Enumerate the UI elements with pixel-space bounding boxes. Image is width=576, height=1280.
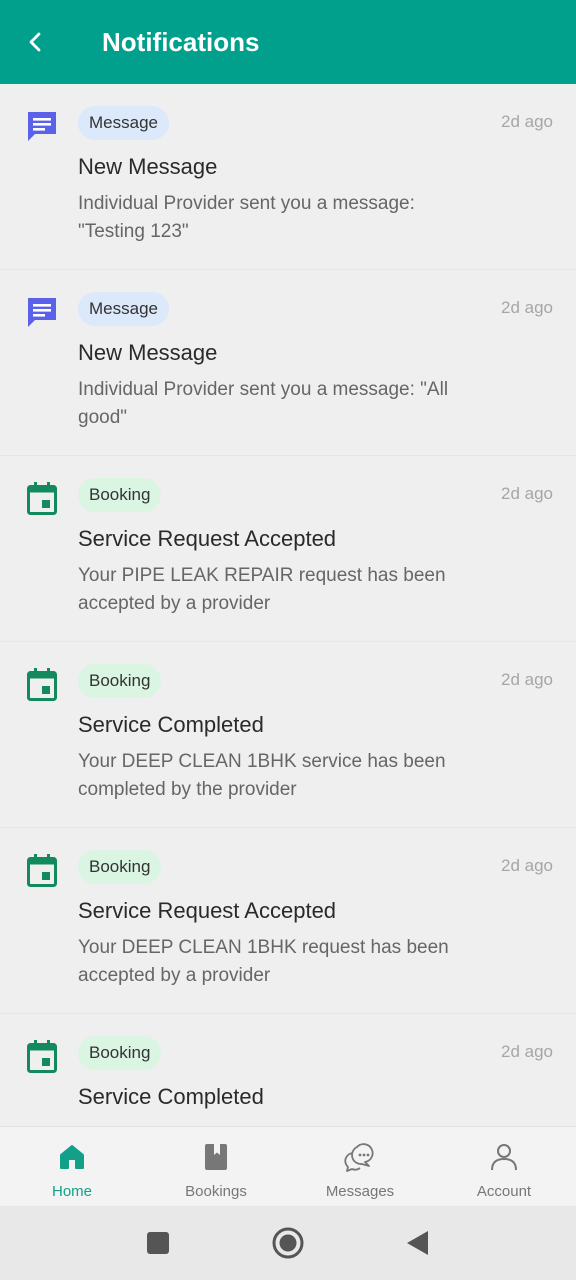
calendar-icon bbox=[27, 854, 57, 887]
notification-body: Your PIPE LEAK REPAIR request has been a… bbox=[78, 562, 538, 618]
notification-time: 2d ago bbox=[501, 856, 553, 875]
notification-body-line: accepted by a provider bbox=[78, 593, 271, 614]
notification-item[interactable]: Booking 2d ago Service Request Accepted … bbox=[0, 828, 576, 1014]
notification-body: Your DEEP CLEAN 1BHK request has been ac… bbox=[78, 934, 538, 990]
notification-time: 2d ago bbox=[501, 484, 553, 503]
notification-item[interactable]: Message 2d ago New Message Individual Pr… bbox=[0, 84, 576, 270]
circle-icon[interactable] bbox=[269, 1224, 307, 1262]
calendar-icon bbox=[27, 1040, 57, 1073]
tab-account-label: Account bbox=[476, 1183, 532, 1200]
notification-body-line: accepted by a provider bbox=[78, 965, 271, 986]
square-icon[interactable] bbox=[139, 1224, 177, 1262]
tab-bookings-label: Bookings bbox=[185, 1183, 247, 1200]
page-title: Notifications bbox=[102, 27, 260, 57]
home-icon bbox=[60, 1145, 84, 1169]
notification-badge: Message bbox=[78, 292, 169, 326]
chat-icon bbox=[28, 298, 56, 327]
notification-body-line: Individual Provider sent you a message: bbox=[78, 193, 415, 214]
notification-badge: Booking bbox=[78, 850, 162, 884]
notification-badge: Booking bbox=[78, 478, 162, 512]
notification-body-line: "Testing 123" bbox=[78, 221, 189, 242]
notification-body-line: completed by the provider bbox=[78, 779, 297, 800]
bookmark-book-icon bbox=[205, 1144, 227, 1170]
bottom-tab-bar: Home Bookings Messages Account bbox=[0, 1126, 576, 1206]
tab-bookings[interactable]: Bookings bbox=[144, 1127, 288, 1207]
notification-title: New Message bbox=[78, 154, 218, 179]
notification-badge: Booking bbox=[78, 664, 162, 698]
tab-home[interactable]: Home bbox=[0, 1127, 144, 1207]
notification-item[interactable]: Booking 2d ago Service Completed Your DE… bbox=[0, 642, 576, 828]
triangle-back-icon[interactable] bbox=[399, 1224, 437, 1262]
notification-body-line: Your PIPE LEAK REPAIR request has been bbox=[78, 565, 446, 586]
notification-time: 2d ago bbox=[501, 298, 553, 317]
system-navigation-bar bbox=[0, 1206, 576, 1280]
notification-list[interactable]: Message 2d ago New Message Individual Pr… bbox=[0, 84, 576, 1126]
chevron-left-icon bbox=[29, 32, 41, 52]
notification-body: Your DEEP CLEAN 1BHK service has been co… bbox=[78, 748, 538, 804]
notification-time: 2d ago bbox=[501, 1042, 553, 1061]
tab-home-label: Home bbox=[51, 1183, 92, 1200]
notification-body-line: Your DEEP CLEAN 1BHK request has been bbox=[78, 937, 449, 958]
notification-body: Individual Provider sent you a message: … bbox=[78, 376, 538, 432]
calendar-icon bbox=[27, 482, 57, 515]
notification-body-line: Individual Provider sent you a message: … bbox=[78, 379, 449, 400]
notification-badge: Message bbox=[78, 106, 169, 140]
notification-time: 2d ago bbox=[501, 112, 553, 131]
notification-body-line: good" bbox=[78, 407, 128, 428]
app-header: Notifications bbox=[0, 0, 576, 84]
notification-body: Individual Provider sent you a message: … bbox=[78, 190, 538, 246]
notification-time: 2d ago bbox=[501, 670, 553, 689]
notification-title: New Message bbox=[78, 340, 218, 365]
notification-title: Service Completed bbox=[78, 712, 264, 737]
notification-title: Service Request Accepted bbox=[78, 898, 337, 923]
back-button[interactable] bbox=[18, 24, 54, 60]
notification-body-line: Your DEEP CLEAN 1BHK service has been bbox=[78, 751, 446, 772]
notification-item[interactable]: Booking 2d ago Service Request Accepted … bbox=[0, 456, 576, 642]
chat-bubbles-icon bbox=[344, 1143, 374, 1172]
tab-messages-label: Messages bbox=[325, 1183, 395, 1200]
calendar-icon bbox=[27, 668, 57, 701]
notification-title: Service Completed bbox=[78, 1084, 264, 1109]
notification-badge: Booking bbox=[78, 1036, 162, 1070]
tab-account[interactable]: Account bbox=[432, 1127, 576, 1207]
notification-item[interactable]: Message 2d ago New Message Individual Pr… bbox=[0, 270, 576, 456]
person-icon bbox=[491, 1144, 517, 1171]
chat-icon bbox=[28, 112, 56, 141]
notification-title: Service Request Accepted bbox=[78, 526, 337, 551]
notification-item[interactable]: Booking 2d ago Service Completed bbox=[0, 1014, 576, 1126]
tab-messages[interactable]: Messages bbox=[288, 1127, 432, 1207]
